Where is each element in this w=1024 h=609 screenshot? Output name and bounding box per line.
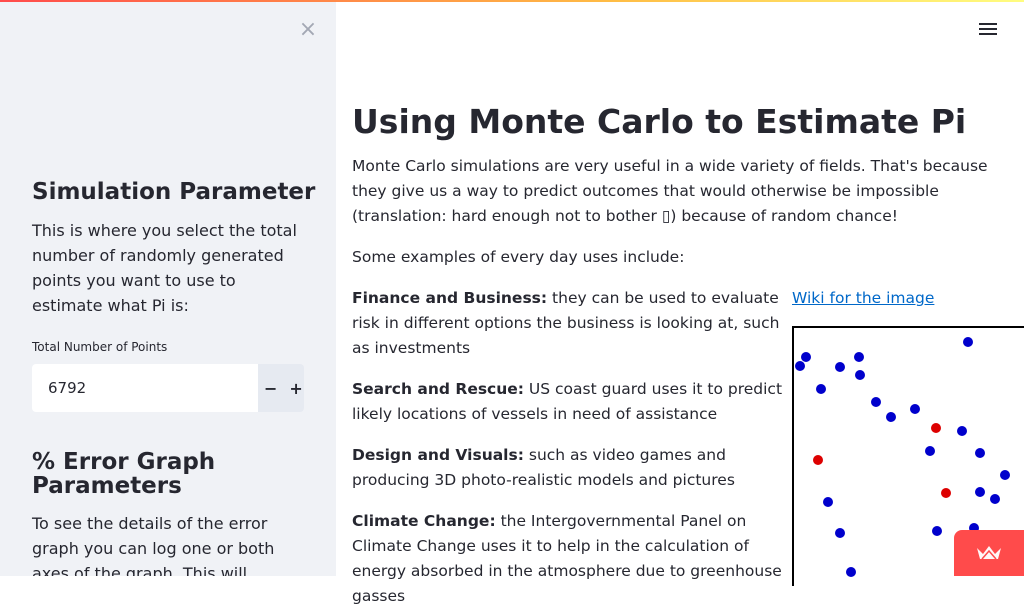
example-label: Design and Visuals:	[352, 446, 524, 464]
error-graph-parameters-heading: % Error Graph Parameters	[32, 449, 216, 499]
sidebar: × Simulation Parameter This is where you…	[0, 2, 336, 576]
total-points-number-input: − +	[32, 364, 304, 412]
example-design-visuals: Design and Visuals: such as video games …	[352, 443, 787, 493]
example-finance: Finance and Business: they can be used t…	[352, 286, 787, 361]
total-points-field[interactable]	[32, 364, 258, 412]
hamburger-menu-icon[interactable]	[979, 20, 997, 36]
wiki-image-link[interactable]: Wiki for the image	[792, 286, 934, 311]
example-search-rescue: Search and Rescue: US coast guard uses i…	[352, 377, 787, 427]
total-points-label: Total Number of Points	[32, 340, 168, 354]
error-graph-description: To see the details of the error graph yo…	[32, 514, 275, 576]
intro-paragraph: Monte Carlo simulations are very useful …	[352, 157, 988, 225]
simulation-parameter-description: This is where you select the total numbe…	[32, 221, 297, 315]
decrement-button[interactable]: −	[258, 364, 284, 412]
page-title: Using Monte Carlo to Estimate Pi	[352, 102, 967, 141]
example-label: Climate Change:	[352, 512, 496, 530]
example-label: Search and Rescue:	[352, 380, 524, 398]
streamlit-crown-icon[interactable]	[954, 530, 1024, 576]
simulation-parameter-heading: Simulation Parameter	[32, 179, 316, 205]
increment-button[interactable]: +	[283, 364, 304, 412]
example-label: Finance and Business:	[352, 289, 548, 307]
example-climate-change: Climate Change: the Intergovernmental Pa…	[352, 509, 787, 609]
close-icon[interactable]: ×	[298, 18, 318, 42]
examples-intro: Some examples of every day uses include:	[352, 248, 685, 266]
